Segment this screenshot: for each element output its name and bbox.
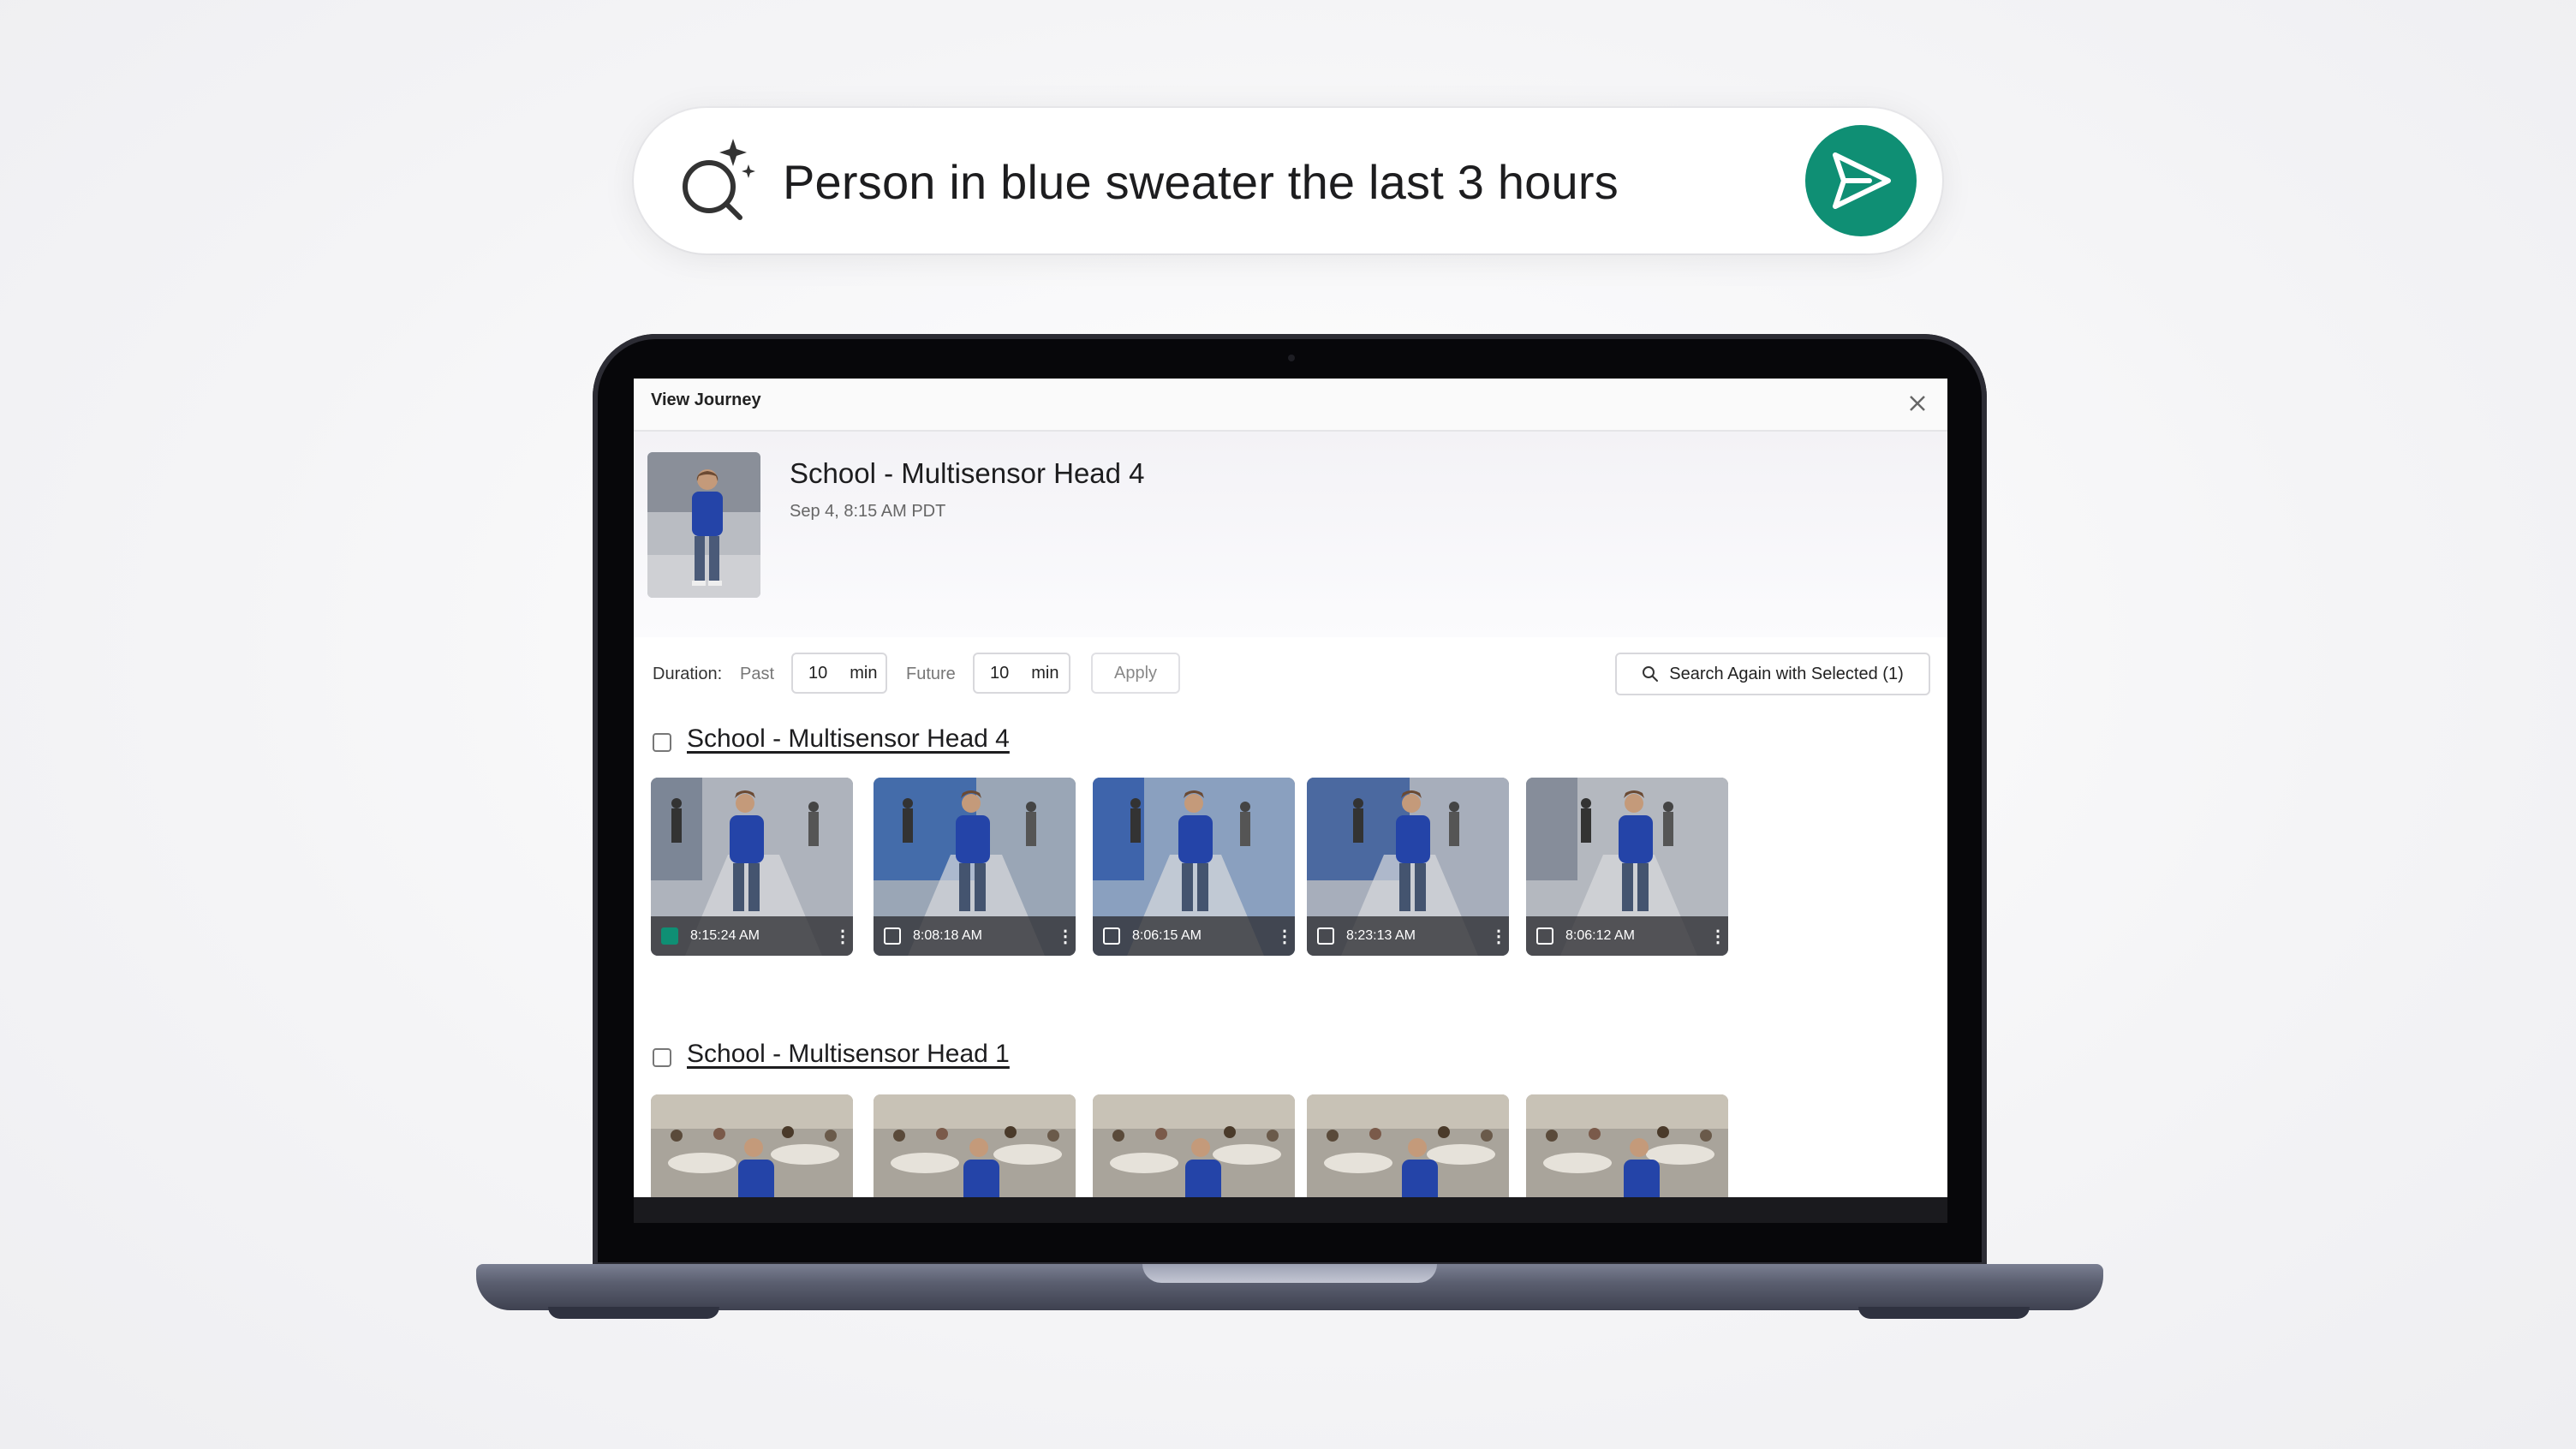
future-label: Future xyxy=(906,665,956,683)
search-again-label: Search Again with Selected (1) xyxy=(1669,664,1904,683)
thumbnail-footer: 8:06:12 AM ⋮ xyxy=(1526,916,1728,956)
thumbnail-footer: 8:15:24 AM ⋮ xyxy=(651,916,853,956)
future-value: 10 xyxy=(990,663,1010,683)
more-options-icon[interactable]: ⋮ xyxy=(1490,926,1507,947)
thumbnail-card[interactable] xyxy=(1093,1094,1295,1197)
laptop-foot xyxy=(548,1307,719,1319)
thumbnail-footer: 8:08:18 AM ⋮ xyxy=(874,916,1076,956)
thumbnail-card[interactable] xyxy=(1526,1094,1728,1197)
past-duration-input[interactable]: 10 min xyxy=(791,653,887,694)
laptop-foot xyxy=(1858,1307,2030,1319)
group-checkbox[interactable] xyxy=(653,1048,671,1067)
thumbnail-card[interactable]: 8:06:15 AM ⋮ xyxy=(1093,778,1295,956)
thumbnail-card[interactable]: 8:15:24 AM ⋮ xyxy=(651,778,853,956)
more-options-icon[interactable]: ⋮ xyxy=(1276,926,1293,947)
close-icon[interactable] xyxy=(1905,391,1930,416)
thumbnail-card[interactable] xyxy=(1307,1094,1509,1197)
journey-header: School - Multisensor Head 4 Sep 4, 8:15 … xyxy=(634,432,1947,637)
more-options-icon[interactable]: ⋮ xyxy=(1709,926,1726,947)
send-icon xyxy=(1833,152,1891,209)
thumbnail-card[interactable]: 8:08:18 AM ⋮ xyxy=(874,778,1076,956)
thumbnail-checkbox[interactable] xyxy=(1536,927,1553,945)
thumbnail-time: 8:15:24 AM xyxy=(690,928,760,943)
thumbnail-time: 8:06:15 AM xyxy=(1132,928,1202,943)
apply-button[interactable]: Apply xyxy=(1091,653,1180,694)
future-unit: min xyxy=(1031,663,1059,683)
thumbnail-card[interactable] xyxy=(651,1094,853,1197)
more-options-icon[interactable]: ⋮ xyxy=(1057,926,1074,947)
search-icon xyxy=(1643,666,1659,682)
group-title-link[interactable]: School - Multisensor Head 4 xyxy=(687,724,1010,754)
thumbnail-checkbox[interactable] xyxy=(661,927,678,945)
modal-title: View Journey xyxy=(651,391,761,409)
thumbnail-card[interactable] xyxy=(874,1094,1076,1197)
thumbnail-time: 8:23:13 AM xyxy=(1346,928,1416,943)
laptop-screen: View Journey School - Multisensor Head 4… xyxy=(634,379,1947,1197)
thumbnail-time: 8:08:18 AM xyxy=(913,928,982,943)
thumbnail-card[interactable]: 8:06:12 AM ⋮ xyxy=(1526,778,1728,956)
thumbnail-footer: 8:06:15 AM ⋮ xyxy=(1093,916,1295,956)
future-duration-input[interactable]: 10 min xyxy=(973,653,1070,694)
past-unit: min xyxy=(850,663,878,683)
laptop-notch xyxy=(1142,1264,1437,1283)
more-options-icon[interactable]: ⋮ xyxy=(834,926,851,947)
search-again-button[interactable]: Search Again with Selected (1) xyxy=(1615,653,1930,695)
thumbnail-footer: 8:23:13 AM ⋮ xyxy=(1307,916,1509,956)
thumbnail-checkbox[interactable] xyxy=(1317,927,1334,945)
screen-bezel-bottom xyxy=(634,1197,1947,1223)
webcam xyxy=(1288,355,1295,361)
thumbnail-checkbox[interactable] xyxy=(1103,927,1120,945)
event-timestamp: Sep 4, 8:15 AM PDT xyxy=(790,502,946,521)
subject-thumbnail[interactable] xyxy=(647,452,760,598)
past-label: Past xyxy=(740,665,775,683)
past-value: 10 xyxy=(808,663,828,683)
camera-name: School - Multisensor Head 4 xyxy=(790,457,1145,489)
thumbnail-card[interactable]: 8:23:13 AM ⋮ xyxy=(1307,778,1509,956)
thumbnail-time: 8:06:12 AM xyxy=(1565,928,1635,943)
search-query-text[interactable]: Person in blue sweater the last 3 hours xyxy=(783,154,1619,210)
modal-titlebar: View Journey xyxy=(634,379,1947,432)
group-title-link[interactable]: School - Multisensor Head 1 xyxy=(687,1040,1010,1069)
group-checkbox[interactable] xyxy=(653,733,671,752)
send-button[interactable] xyxy=(1805,125,1917,236)
ai-search-bar[interactable]: Person in blue sweater the last 3 hours xyxy=(634,108,1942,253)
ai-search-icon xyxy=(683,139,755,220)
duration-label: Duration: xyxy=(653,665,723,683)
thumbnail-checkbox[interactable] xyxy=(884,927,901,945)
